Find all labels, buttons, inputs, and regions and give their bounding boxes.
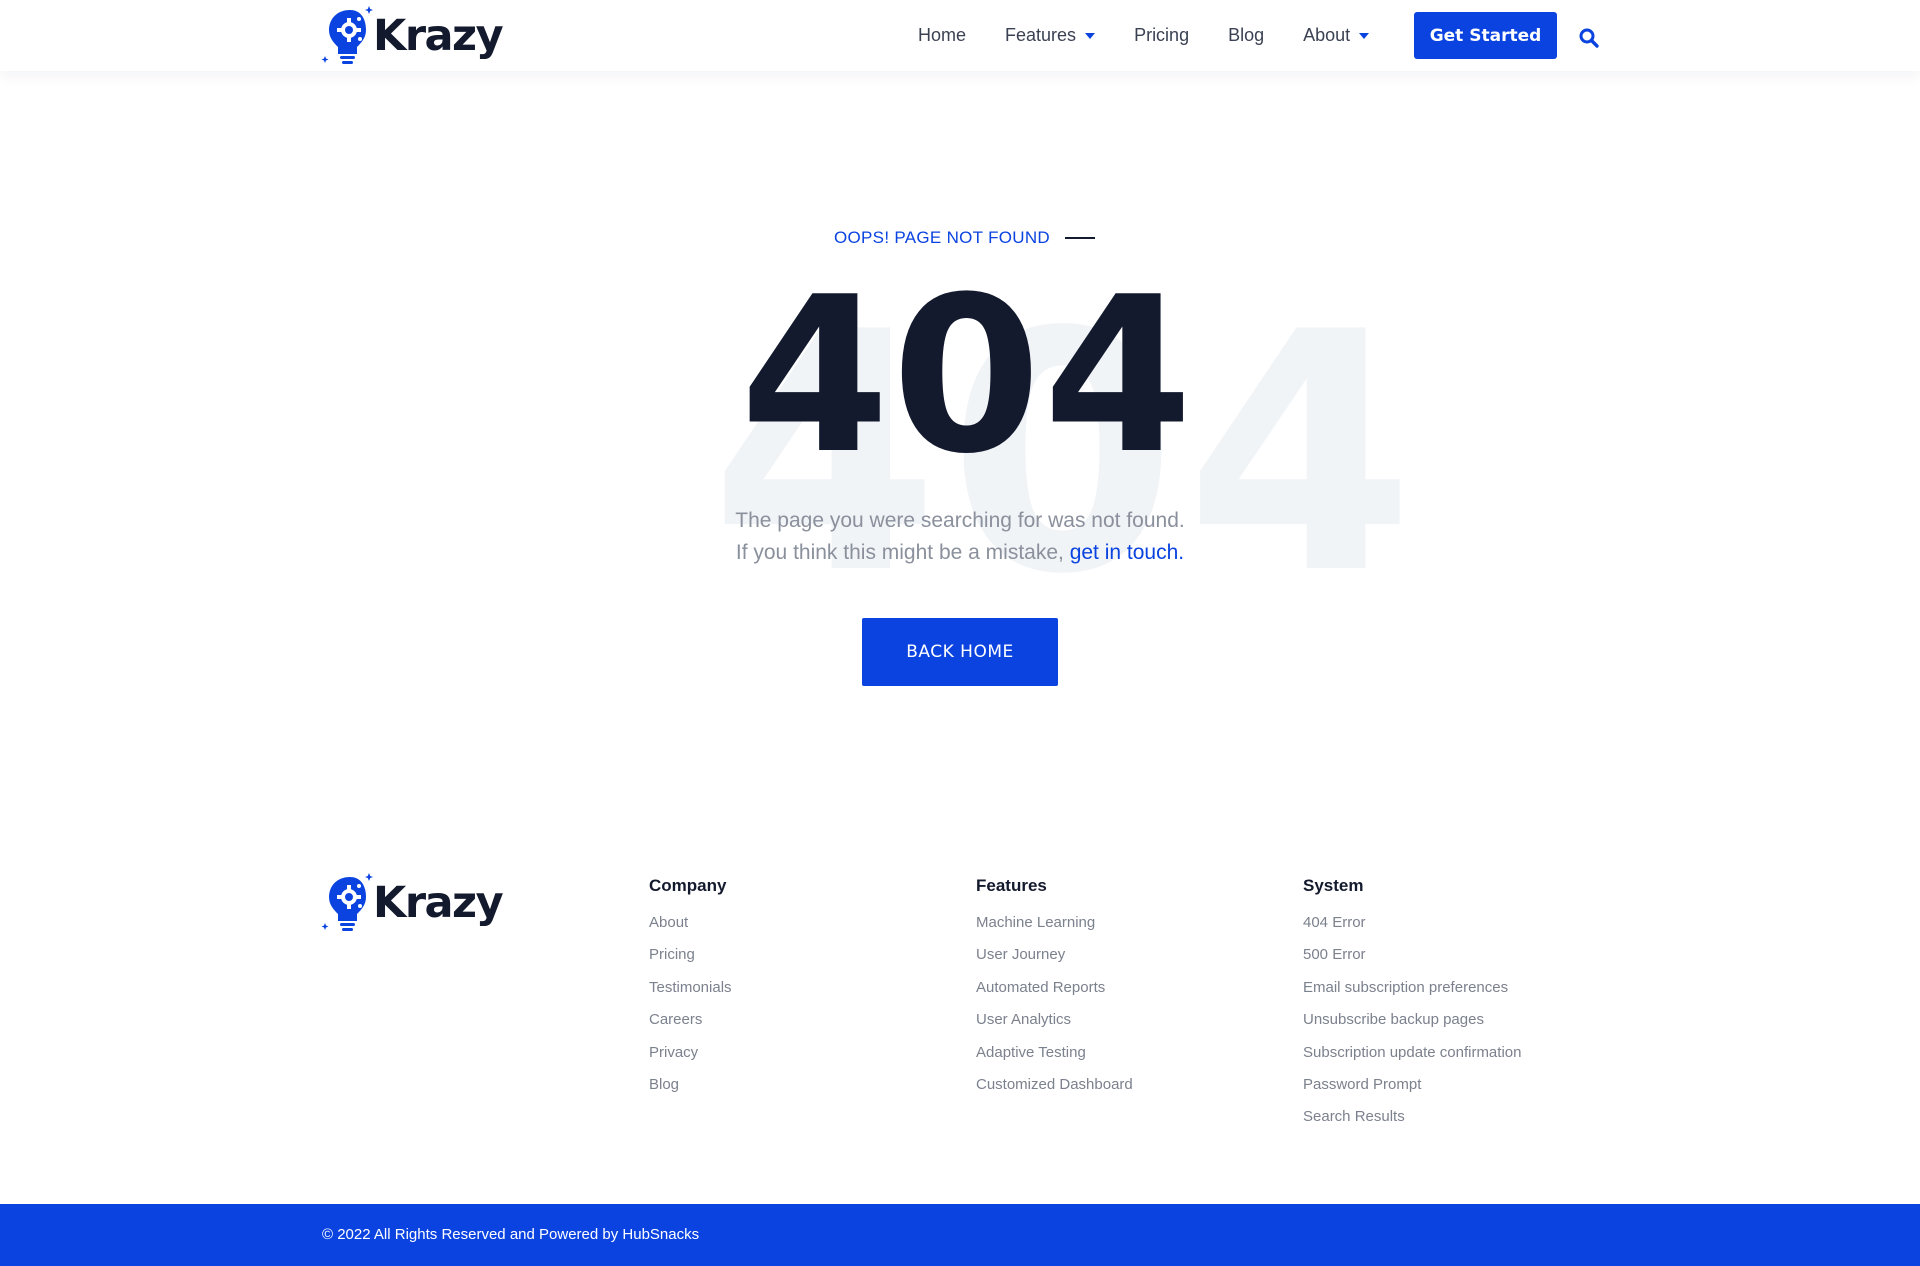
- caret-down-icon: [1085, 33, 1096, 39]
- nav-blog-label: Blog: [1228, 25, 1265, 45]
- footer-logo[interactable]: Krazy: [321, 873, 504, 933]
- footer-link-pricing[interactable]: Pricing: [649, 946, 695, 963]
- footer-link-careers[interactable]: Careers: [649, 1011, 702, 1028]
- error-section: 404 OOPS! PAGE NOT FOUND 404 The page yo…: [0, 71, 1920, 771]
- brand-name: Krazy: [373, 11, 504, 61]
- brand-name: Krazy: [373, 878, 504, 928]
- error-message-line1: The page you were searching for was not …: [735, 509, 1185, 532]
- footer-link-user-analytics[interactable]: User Analytics: [976, 1011, 1071, 1028]
- footer-link-unsubscribe[interactable]: Unsubscribe backup pages: [1303, 1011, 1484, 1028]
- footer-column-features: Features Machine Learning User Journey A…: [976, 873, 1133, 1107]
- nav-home-label: Home: [918, 25, 967, 45]
- footer-column-system: System 404 Error 500 Error Email subscri…: [1303, 873, 1521, 1140]
- footer-link-automated-reports[interactable]: Automated Reports: [976, 979, 1105, 996]
- eyebrow-divider: [1065, 237, 1096, 239]
- copyright-text: © 2022 All Rights Reserved and Powered b…: [322, 1226, 700, 1243]
- nav-features-label: Features: [1005, 25, 1077, 45]
- error-message-line2-text: If you think this might be a mistake,: [735, 541, 1064, 564]
- nav-pricing[interactable]: Pricing: [1134, 25, 1189, 46]
- footer-link-privacy[interactable]: Privacy: [649, 1044, 698, 1061]
- search-icon[interactable]: [1578, 27, 1600, 49]
- site-header: Krazy Home Features Pricing Blog About G…: [0, 0, 1920, 71]
- lightbulb-gear-icon: [321, 6, 373, 64]
- footer-link-email-preferences[interactable]: Email subscription preferences: [1303, 979, 1508, 996]
- footer-link-testimonials[interactable]: Testimonials: [649, 979, 732, 996]
- caret-down-icon: [1359, 33, 1370, 39]
- get-started-button[interactable]: Get Started: [1414, 12, 1557, 59]
- footer-link-404-error[interactable]: 404 Error: [1303, 914, 1366, 931]
- nav-features[interactable]: Features: [1005, 25, 1096, 46]
- nav-blog[interactable]: Blog: [1228, 25, 1264, 46]
- nav-about[interactable]: About: [1303, 25, 1370, 46]
- footer-link-customized-dashboard[interactable]: Customized Dashboard: [976, 1076, 1133, 1093]
- footer-link-machine-learning[interactable]: Machine Learning: [976, 914, 1095, 931]
- footer-link-subscription-update[interactable]: Subscription update confirmation: [1303, 1044, 1521, 1061]
- main-nav: Home Features Pricing Blog About: [918, 0, 1408, 71]
- copyright-bar: © 2022 All Rights Reserved and Powered b…: [0, 1204, 1920, 1266]
- footer-column-company: Company About Pricing Testimonials Caree…: [649, 873, 732, 1107]
- footer-link-blog[interactable]: Blog: [649, 1076, 679, 1093]
- error-eyebrow: OOPS! PAGE NOT FOUND: [834, 223, 1096, 253]
- nav-pricing-label: Pricing: [1134, 25, 1190, 45]
- footer-link-adaptive-testing[interactable]: Adaptive Testing: [976, 1044, 1086, 1061]
- footer-link-search-results[interactable]: Search Results: [1303, 1108, 1405, 1125]
- footer-column-title: System: [1303, 876, 1364, 895]
- footer-column-title: Company: [649, 876, 727, 895]
- nav-home[interactable]: Home: [918, 25, 966, 46]
- error-eyebrow-text: OOPS! PAGE NOT FOUND: [834, 228, 1051, 247]
- get-in-touch-link[interactable]: get in touch.: [1070, 541, 1184, 564]
- header-logo[interactable]: Krazy: [321, 6, 504, 66]
- lightbulb-gear-icon: [321, 873, 373, 931]
- footer-link-about[interactable]: About: [649, 914, 688, 931]
- footer-column-title: Features: [976, 876, 1047, 895]
- back-home-button[interactable]: BACK HOME: [862, 618, 1058, 686]
- error-code: 404: [740, 250, 1195, 501]
- error-message: The page you were searching for was not …: [610, 505, 1310, 569]
- footer-link-500-error[interactable]: 500 Error: [1303, 946, 1366, 963]
- nav-about-label: About: [1303, 25, 1351, 45]
- error-message-line2: If you think this might be a mistake, ge…: [610, 537, 1310, 569]
- footer-link-password-prompt[interactable]: Password Prompt: [1303, 1076, 1421, 1093]
- footer-link-user-journey[interactable]: User Journey: [976, 946, 1065, 963]
